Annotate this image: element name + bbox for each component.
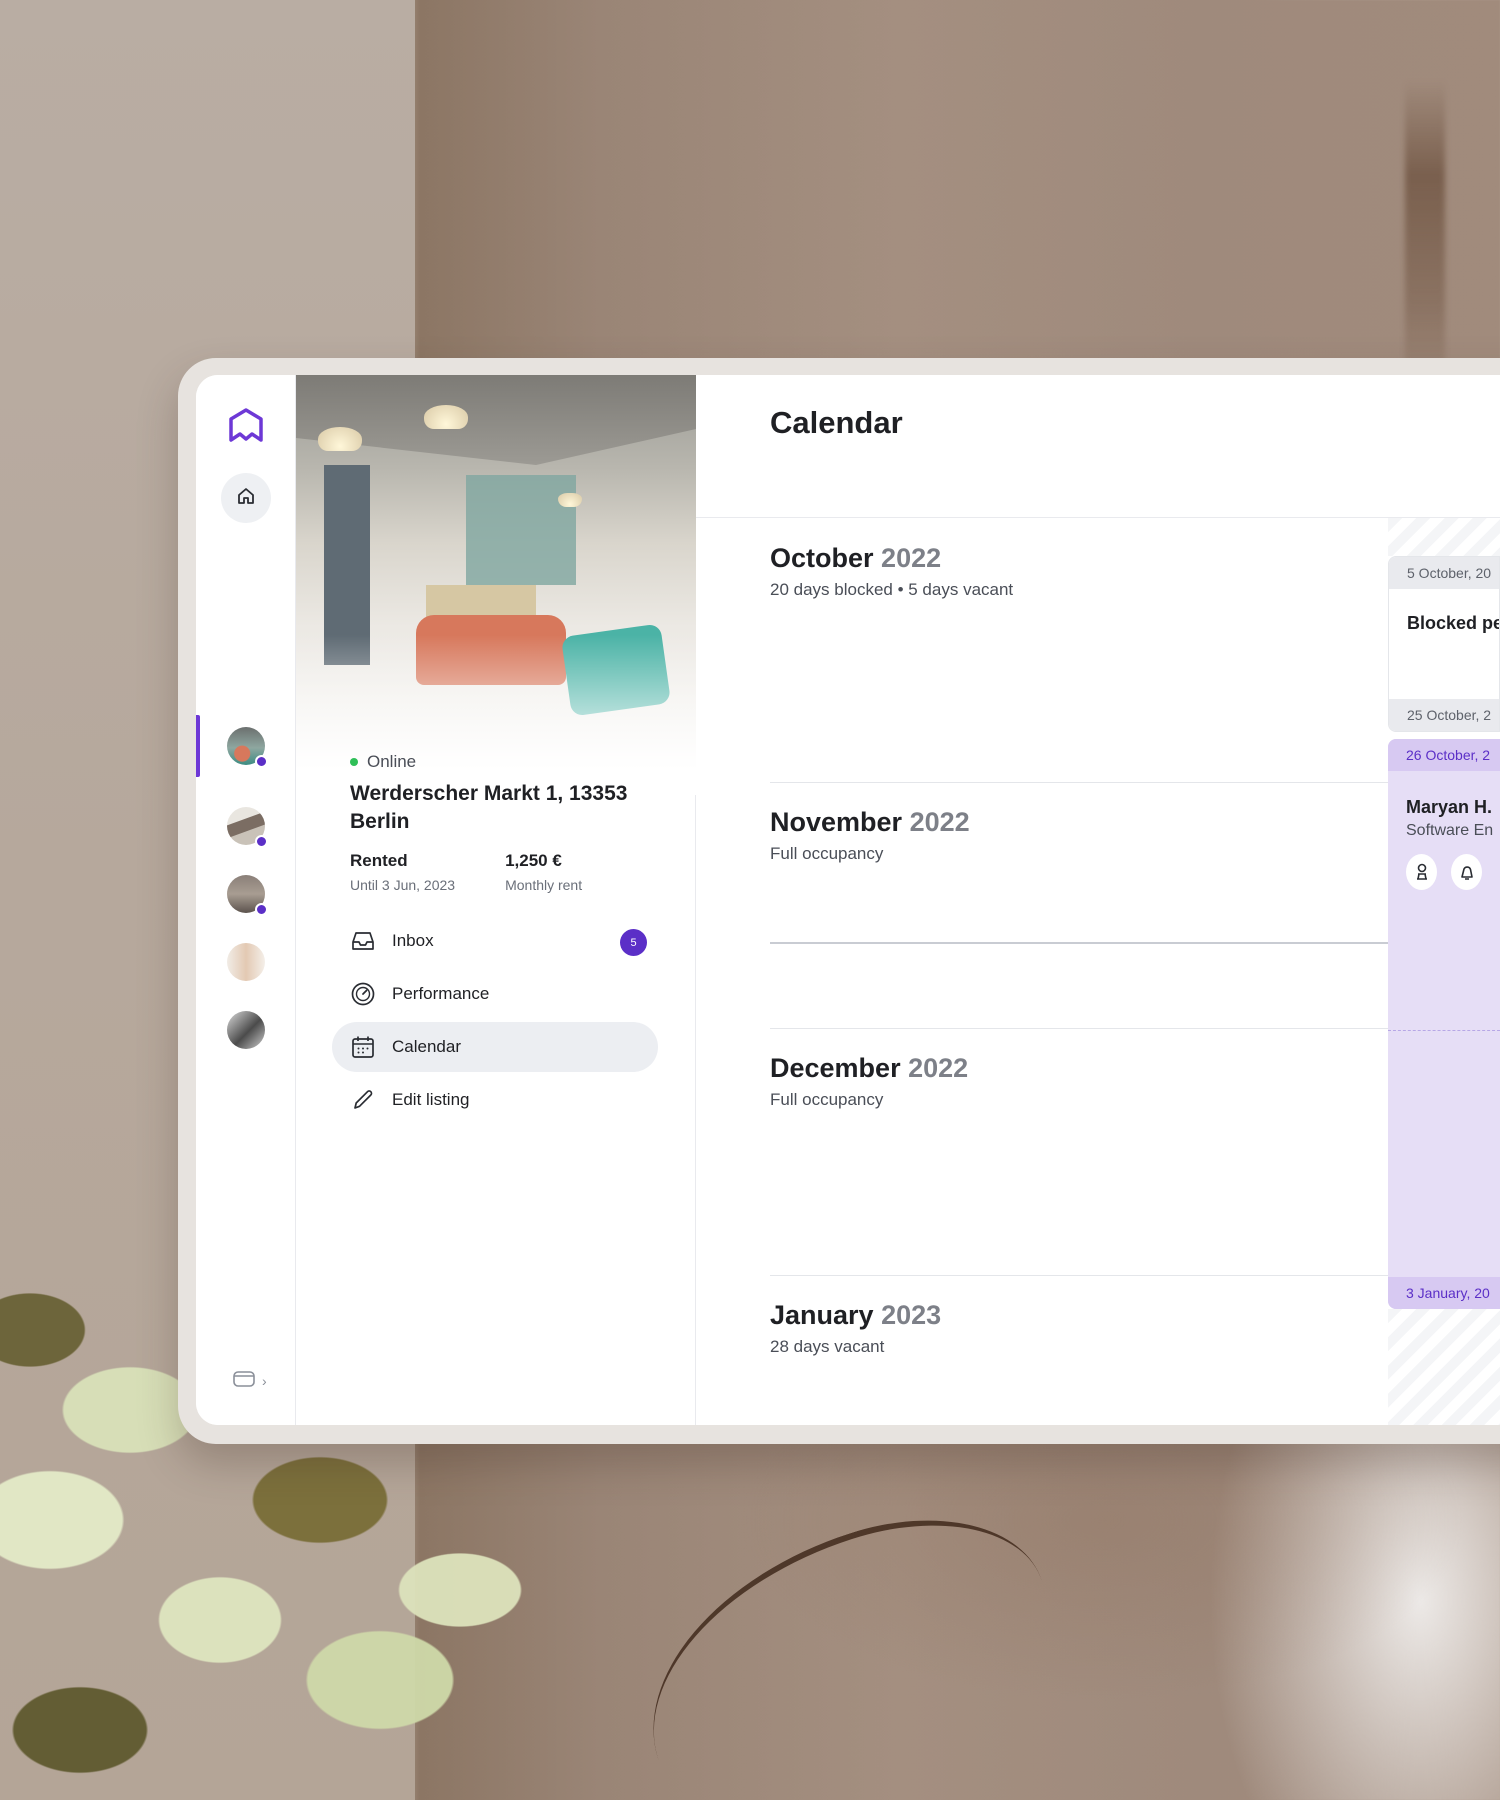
blocked-end-date: 25 October, 2 (1389, 699, 1499, 731)
property-facts: Rented Until 3 Jun, 2023 1,250 € Monthly… (350, 851, 582, 893)
month-summary: 20 days blocked • 5 days vacant (770, 580, 1014, 599)
property-photo (296, 375, 696, 795)
vacant-hatch (1388, 1309, 1500, 1425)
property-menu: Inbox 5 Performance Calendar Edit listin… (332, 916, 658, 1128)
rented-label: Rented (350, 851, 408, 870)
property-avatar-4[interactable] (227, 943, 265, 981)
month-december: December 2022 Full occupancy (770, 1053, 1390, 1110)
inbox-count-badge: 5 (620, 929, 647, 956)
month-name: December (770, 1053, 901, 1083)
rent-label: Monthly rent (505, 877, 583, 893)
month-name: November (770, 807, 903, 837)
home-icon (236, 486, 256, 511)
rented-fact: Rented Until 3 Jun, 2023 (350, 851, 455, 893)
month-january: January 2023 28 days vacant (770, 1300, 1390, 1357)
month-year: 2023 (881, 1300, 942, 1330)
month-year: 2022 (909, 807, 970, 837)
rented-until: Until 3 Jun, 2023 (350, 877, 456, 893)
header-divider (696, 517, 1500, 518)
blocked-start-date: 5 October, 20 (1389, 557, 1499, 589)
property-notification-dot (255, 755, 268, 768)
page-title: Calendar (770, 405, 903, 440)
month-heading: January 2023 (770, 1300, 1390, 1331)
menu-item-calendar[interactable]: Calendar (332, 1022, 658, 1072)
month-summary: Full occupancy (770, 1090, 884, 1109)
booking-card[interactable]: 26 October, 2 Maryan H. Software En 3 Ja… (1388, 739, 1500, 1309)
month-heading: November 2022 (770, 807, 1390, 838)
property-panel: Online Werderscher Markt 1, 13353 Berlin… (296, 375, 696, 1425)
status-label: Online (367, 752, 417, 771)
property-address: Werderscher Markt 1, 13353 Berlin (350, 782, 628, 833)
menu-item-label: Performance (392, 984, 490, 1003)
app-screen: › Online Werderscher Markt 1, 13353 Berl… (196, 375, 1500, 1425)
month-year: 2022 (908, 1053, 969, 1083)
listing-status: Online (350, 752, 416, 772)
pencil-icon (350, 1087, 376, 1113)
menu-item-edit-listing[interactable]: Edit listing (332, 1075, 658, 1125)
month-name: October (770, 543, 874, 573)
booking-timeline: 5 October, 20 Blocked pe 25 October, 2 2… (1388, 518, 1500, 1425)
month-year: 2022 (881, 543, 942, 573)
rent-value: 1,250 € (505, 851, 562, 870)
hexagon-logo-icon[interactable] (226, 406, 266, 446)
inbox-icon (350, 928, 376, 954)
person-icon[interactable] (1406, 854, 1437, 890)
selected-property-indicator (196, 715, 200, 777)
home-button[interactable] (221, 473, 271, 523)
month-summary: Full occupancy (770, 844, 884, 863)
booking-start-date: 26 October, 2 (1388, 739, 1500, 771)
menu-item-label: Calendar (392, 1037, 461, 1056)
month-summary: 28 days vacant (770, 1337, 885, 1356)
chevron-right-icon: › (262, 1372, 267, 1389)
menu-item-performance[interactable]: Performance (332, 969, 658, 1019)
month-name: January (770, 1300, 874, 1330)
menu-item-label: Inbox (392, 931, 434, 950)
vacant-hatch (1388, 518, 1500, 556)
bell-icon[interactable] (1451, 854, 1482, 890)
guest-role: Software En (1406, 822, 1494, 839)
property-avatar-5[interactable] (227, 1011, 265, 1049)
guest-actions (1388, 840, 1500, 890)
guest-name: Maryan H. (1406, 797, 1493, 817)
property-notification-dot (255, 903, 268, 916)
background-wall-mark (1405, 80, 1445, 400)
blocked-period-title: Blocked pe (1407, 613, 1500, 633)
rent-fact: 1,250 € Monthly rent (505, 851, 582, 893)
property-notification-dot (255, 835, 268, 848)
background-branch (610, 1481, 1090, 1800)
gauge-icon (350, 981, 376, 1007)
month-boundary-dashed (1388, 1030, 1500, 1031)
device-icon (232, 1369, 256, 1392)
month-heading: December 2022 (770, 1053, 1390, 1084)
month-november: November 2022 Full occupancy (770, 807, 1390, 864)
calendar-icon (350, 1034, 376, 1060)
collapse-rail-button[interactable]: › (232, 1369, 267, 1392)
left-rail: › (196, 375, 296, 1425)
month-october: October 2022 20 days blocked • 5 days va… (770, 543, 1390, 600)
blocked-period-card[interactable]: 5 October, 20 Blocked pe 25 October, 2 (1388, 556, 1500, 732)
menu-item-label: Edit listing (392, 1090, 470, 1109)
menu-item-inbox[interactable]: Inbox 5 (332, 916, 658, 966)
calendar-main: Calendar October 2022 20 days blocked • … (696, 375, 1500, 1425)
booking-end-date: 3 January, 20 (1388, 1277, 1500, 1309)
month-heading: October 2022 (770, 543, 1390, 574)
online-status-dot (350, 758, 358, 766)
